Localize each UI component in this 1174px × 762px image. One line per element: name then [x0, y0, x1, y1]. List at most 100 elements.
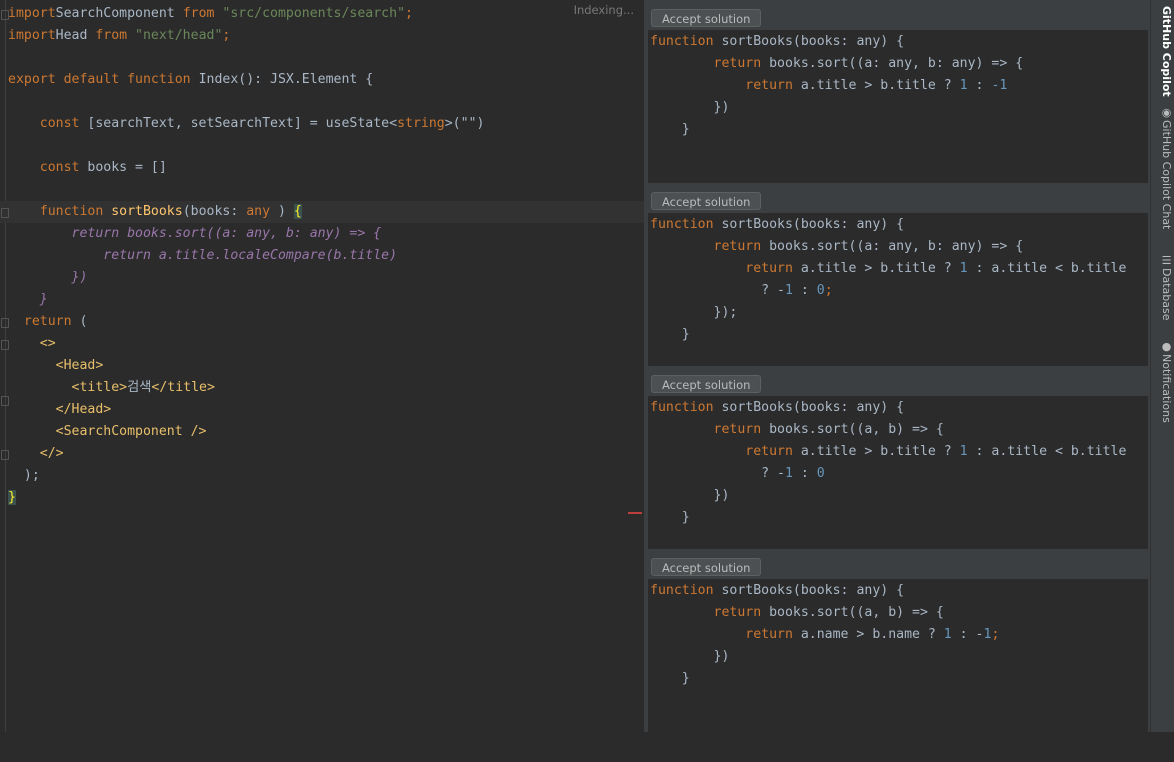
- code-token: a.name > b.name ?: [800, 627, 944, 642]
- code-token: from: [95, 28, 128, 43]
- solution-code-line: return a.name > b.name ? 1 : -1;: [650, 624, 999, 646]
- fold-marker[interactable]: [1, 208, 9, 218]
- code-token: 1: [943, 627, 952, 642]
- copilot-solution: Accept solution function sortBooks(books:…: [648, 183, 1148, 366]
- bell-icon: ●: [1160, 340, 1173, 353]
- code-token: sortBooks(books: any) {: [721, 583, 905, 598]
- code-editor[interactable]: Indexing... importSearchComponent from "…: [0, 0, 644, 732]
- code-token: -1: [991, 78, 1008, 93]
- accept-solution-button[interactable]: Accept solution: [651, 558, 762, 576]
- code-token: export default function: [8, 72, 199, 87]
- accept-solution-button[interactable]: Accept solution: [651, 375, 762, 393]
- code-token: : -: [951, 627, 984, 642]
- solution-code-line: return a.title > b.title ? 1 : a.title <…: [650, 258, 1126, 280]
- code-token: 검색: [127, 380, 152, 395]
- code-token: });: [650, 305, 738, 320]
- code-token: const: [39, 160, 88, 175]
- solution-code-line: });: [650, 302, 738, 324]
- editor-line-text: const books = []: [8, 157, 167, 179]
- code-token: return: [745, 627, 801, 642]
- solution-code-line: function sortBooks(books: any) {: [650, 580, 904, 602]
- tool-window-database[interactable]: ☰Database: [1153, 254, 1173, 321]
- code-token: SearchComponent: [55, 6, 183, 21]
- code-token: ? -: [650, 466, 785, 481]
- editor-line-text: return books.sort((a: any, b: any) => {: [8, 223, 382, 245]
- fold-marker[interactable]: [1, 396, 9, 406]
- code-token: : a.title < b.title: [967, 444, 1127, 459]
- code-token: return: [713, 239, 770, 254]
- tool-window-github-copilot-chat[interactable]: ◉GitHub Copilot Chat: [1153, 106, 1173, 229]
- tool-window-github-copilot[interactable]: GitHub Copilot: [1153, 6, 1173, 97]
- code-token: return: [713, 422, 770, 437]
- editor-line-text: importHead from "next/head";: [8, 25, 230, 47]
- tool-window-notifications-label: Notifications: [1160, 354, 1173, 423]
- tool-window-database-label: Database: [1160, 268, 1173, 321]
- code-token: );: [8, 468, 40, 483]
- code-token: }): [650, 649, 730, 664]
- solution-code[interactable]: function sortBooks(books: any) { return …: [648, 213, 1148, 366]
- code-token: books.sort((a, b) => {: [769, 422, 944, 437]
- code-token: }: [650, 327, 690, 342]
- tool-window-notifications[interactable]: ●Notifications: [1153, 340, 1173, 423]
- code-token: <Head>: [55, 358, 104, 373]
- code-token: a.title > b.title ?: [800, 78, 960, 93]
- code-token: }): [71, 270, 88, 285]
- code-token: </Head>: [55, 402, 112, 417]
- code-token: function: [650, 217, 722, 232]
- editor-line-text: </>: [8, 443, 64, 465]
- code-token: books = []: [87, 160, 167, 175]
- code-token: (books:: [182, 204, 247, 219]
- code-token: ;: [824, 283, 833, 298]
- code-token: const: [39, 116, 88, 131]
- solution-code[interactable]: function sortBooks(books: any) { return …: [648, 30, 1148, 183]
- code-token: function: [650, 583, 722, 598]
- code-token: 1: [784, 466, 793, 481]
- code-token: return books.sort((a: any, b: any) => {: [71, 226, 382, 241]
- solution-code[interactable]: function sortBooks(books: any) { return …: [648, 579, 1148, 762]
- solution-code-line: }: [650, 507, 690, 529]
- code-token: }: [8, 490, 16, 505]
- solution-code-line: }): [650, 97, 730, 119]
- code-token: ;: [405, 6, 413, 21]
- fold-marker[interactable]: [1, 450, 9, 460]
- tool-window-github-copilot-label: GitHub Copilot: [1160, 6, 1173, 97]
- code-token: books.sort((a: any, b: any) => {: [769, 239, 1024, 254]
- fold-marker[interactable]: [1, 318, 9, 328]
- solution-code[interactable]: function sortBooks(books: any) { return …: [648, 396, 1148, 549]
- copilot-chat-icon: ◉: [1160, 106, 1173, 119]
- accept-solution-button[interactable]: Accept solution: [651, 192, 762, 210]
- code-token: }: [650, 671, 690, 686]
- code-token: return: [745, 444, 801, 459]
- fold-marker[interactable]: [1, 340, 9, 350]
- code-token: string: [397, 116, 445, 131]
- editor-line[interactable]: function sortBooks(books: any ) {: [0, 201, 644, 223]
- code-token: return: [23, 314, 80, 329]
- code-token: </title>: [151, 380, 215, 395]
- code-token: 1: [959, 78, 968, 93]
- code-token: sortBooks: [111, 204, 183, 219]
- code-token: a.title > b.title ?: [800, 261, 960, 276]
- code-token: ? -: [650, 283, 785, 298]
- fold-marker[interactable]: [1, 10, 9, 20]
- editor-line-text: importSearchComponent from "src/componen…: [8, 3, 413, 25]
- solution-code-line: function sortBooks(books: any) {: [650, 214, 904, 236]
- error-marker[interactable]: [628, 512, 642, 514]
- solution-code-line: return a.title > b.title ? 1 : a.title <…: [650, 441, 1126, 463]
- code-token: from: [182, 6, 215, 21]
- solution-code-line: return books.sort((a: any, b: any) => {: [650, 236, 1024, 258]
- code-token: ;: [222, 28, 231, 43]
- code-token: :: [967, 78, 992, 93]
- editor-line-text: return a.title.localeCompare(b.title): [8, 245, 397, 267]
- code-token: function: [39, 204, 112, 219]
- copilot-solution: Accept solution function sortBooks(books:…: [648, 0, 1148, 183]
- accept-solution-button[interactable]: Accept solution: [651, 9, 762, 27]
